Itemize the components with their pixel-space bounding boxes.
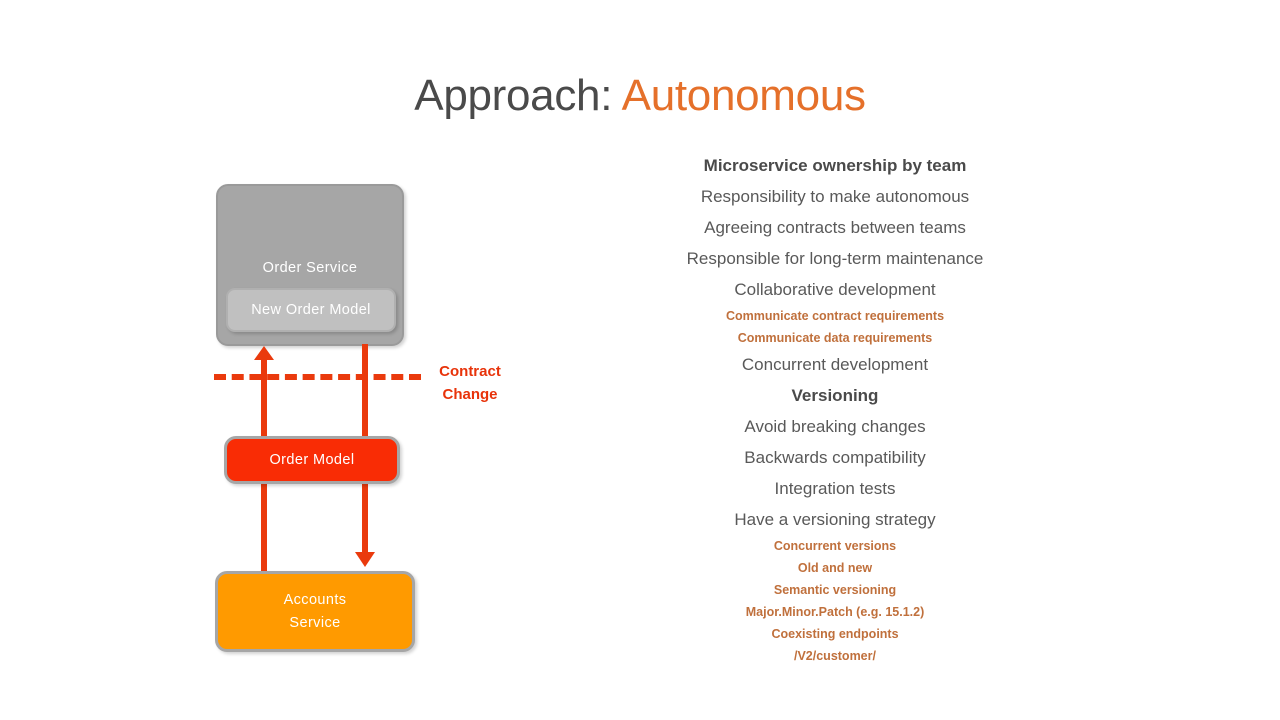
bullet-item-level-2: Have a versioning strategy xyxy=(734,510,936,529)
bullet-item-level-2: Backwards compatibility xyxy=(744,448,926,467)
bullet-item-level-2: Avoid breaking changes xyxy=(744,417,926,436)
content-bullet-list: Microservice ownership by team Responsibi… xyxy=(600,150,1070,667)
bullet-item-level-2: Concurrent development xyxy=(741,355,929,374)
microservice-diagram: Order Service New Order Model Contract C… xyxy=(0,0,560,720)
bullet-item-level-1: Versioning xyxy=(791,386,879,405)
bullet-item-level-4: Major.Minor.Patch (e.g. 15.1.2) xyxy=(745,605,925,619)
contract-change-line1: Contract xyxy=(439,363,501,380)
order-service-label: Order Service xyxy=(262,260,358,276)
bullet-item-level-2: Integration tests xyxy=(774,479,896,498)
bullet-item-level-2: Responsible for long-term maintenance xyxy=(686,249,984,268)
bullet-item-level-3: Communicate data requirements xyxy=(737,331,933,345)
bullet-item-level-2: Responsibility to make autonomous xyxy=(700,187,970,206)
bullet-item-level-3: Coexisting endpoints xyxy=(771,627,899,641)
contract-change-line2: Change xyxy=(442,386,498,403)
bullet-item-level-3: Communicate contract requirements xyxy=(725,309,945,323)
bullet-item-level-3: Concurrent versions xyxy=(773,539,897,553)
bullet-item-level-3: Semantic versioning xyxy=(773,583,897,597)
bullet-item-level-1: Microservice ownership by team xyxy=(703,156,967,175)
accounts-to-order-arrowhead-icon xyxy=(254,346,274,360)
accounts-service-label-line1: Accounts xyxy=(283,591,347,608)
contract-boundary-dashed-line xyxy=(214,374,421,380)
new-order-model-box[interactable]: New Order Model xyxy=(226,288,396,332)
bullet-item-level-2: Collaborative development xyxy=(734,280,936,299)
bullet-item-level-2: Agreeing contracts between teams xyxy=(704,218,966,237)
page-title-accent: Autonomous xyxy=(621,71,866,120)
order-to-accounts-arrowhead-icon xyxy=(355,552,375,567)
new-order-model-label: New Order Model xyxy=(251,302,371,318)
accounts-service-label-line2: Service xyxy=(289,614,341,631)
bullet-item-level-4: /V2/customer/ xyxy=(794,649,876,663)
order-model-label: Order Model xyxy=(269,452,355,468)
accounts-service-box[interactable]: Accounts Service xyxy=(215,571,415,652)
bullet-item-level-4: Old and new xyxy=(797,561,873,575)
order-model-box[interactable]: Order Model xyxy=(224,436,400,484)
slide-canvas: Approach: Autonomous Order Service New O… xyxy=(0,0,1280,720)
contract-change-label: Contract Change xyxy=(415,360,525,406)
